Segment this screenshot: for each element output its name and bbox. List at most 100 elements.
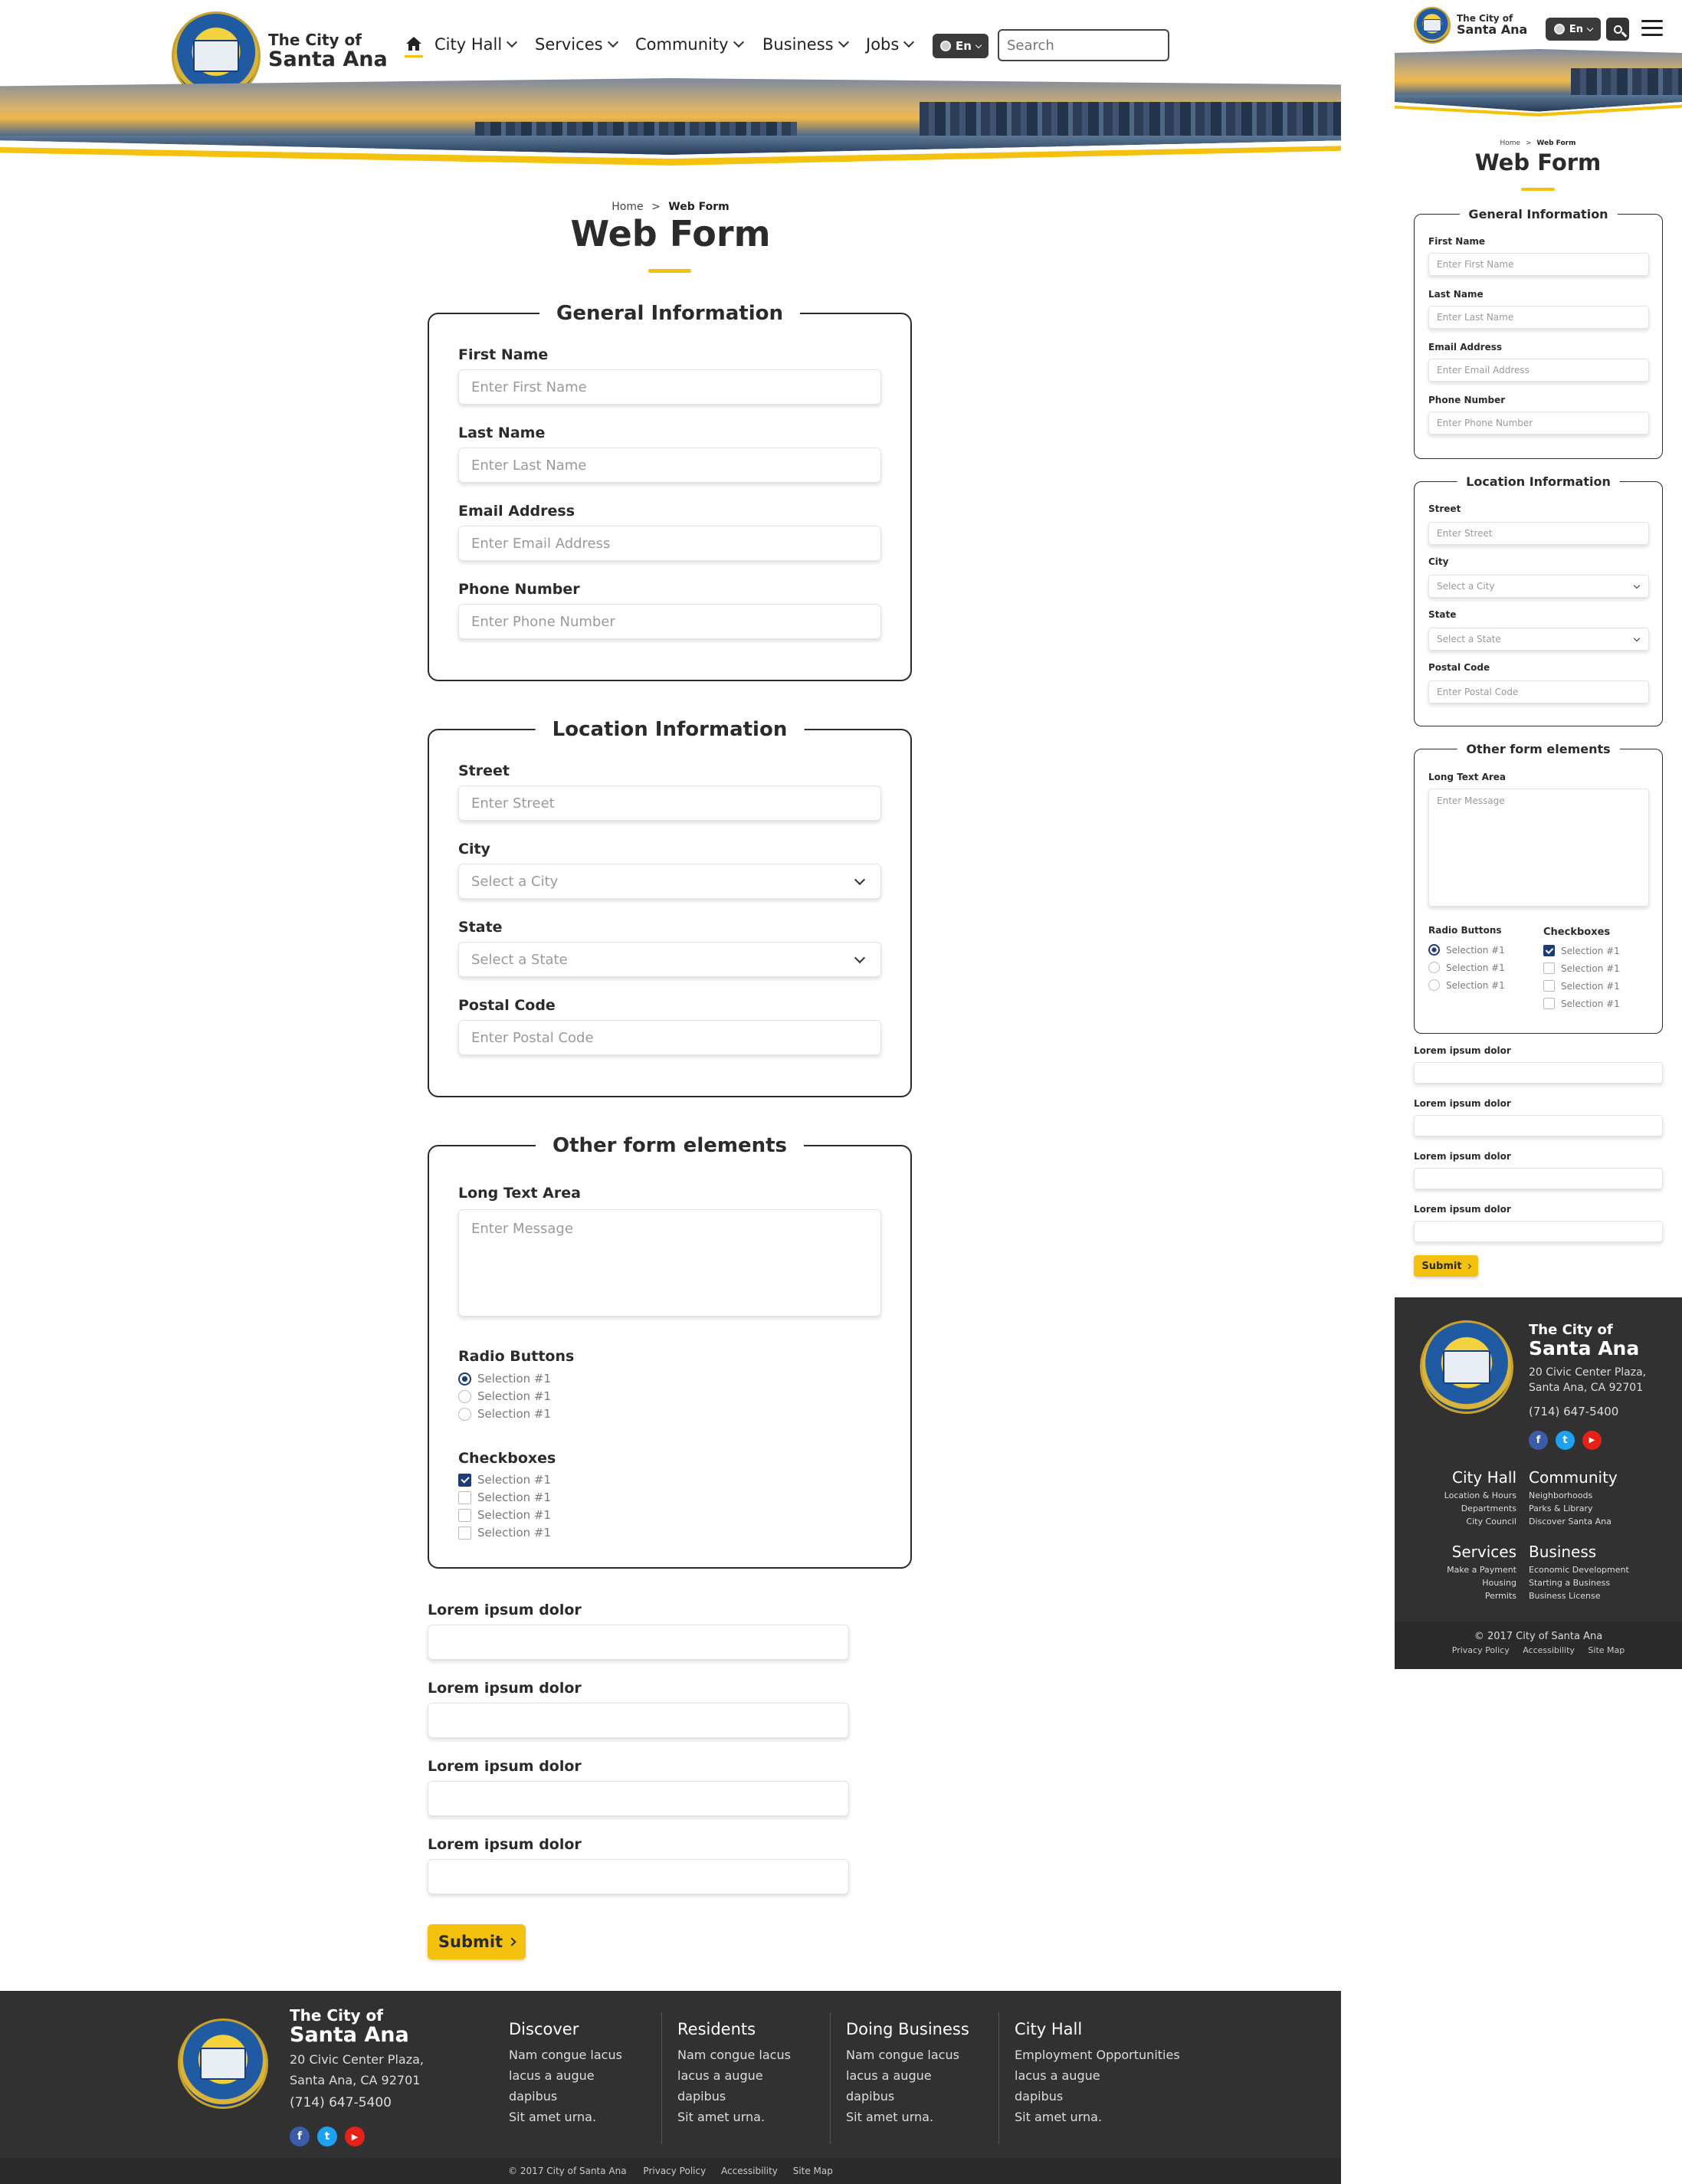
lorem-field[interactable] [428, 1703, 849, 1738]
footer-link[interactable]: Discover Santa Ana [1529, 1515, 1618, 1528]
city-seal-logo[interactable] [1414, 7, 1451, 44]
message-textarea[interactable]: Enter Message [1428, 789, 1649, 907]
footer-link[interactable]: Sit amet urna. [846, 2107, 969, 2127]
lorem-field[interactable] [428, 1781, 849, 1816]
accessibility-link[interactable]: Accessibility [1523, 1645, 1575, 1655]
footer-link[interactable]: Sit amet urna. [677, 2107, 791, 2127]
postal-code-field[interactable]: Enter Postal Code [458, 1020, 881, 1055]
brand-name[interactable]: The City of Santa Ana [1457, 14, 1527, 36]
checkbox-option[interactable]: Selection #1 [1543, 962, 1620, 974]
checkbox-option[interactable]: Selection #1 [458, 1508, 551, 1522]
lorem-field[interactable] [1414, 1115, 1663, 1136]
last-name-field[interactable]: Enter Last Name [458, 448, 881, 483]
submit-button[interactable]: Submit [428, 1924, 526, 1959]
footer-link[interactable]: Permits [1395, 1589, 1516, 1602]
search-input[interactable] [999, 31, 1168, 60]
state-select[interactable]: Select a State [458, 942, 881, 977]
first-name-field[interactable]: Enter First Name [458, 369, 881, 405]
footer-link[interactable]: City Council [1395, 1515, 1516, 1528]
nav-business[interactable]: Business [762, 35, 849, 54]
privacy-policy-link[interactable]: Privacy Policy [1452, 1645, 1510, 1655]
footer-link[interactable]: Nam congue lacus [846, 2045, 969, 2065]
radio-option[interactable]: Selection #1 [1428, 979, 1505, 991]
message-textarea[interactable]: Enter Message [458, 1209, 881, 1317]
footer-phone[interactable]: (714) 647-5400 [290, 2095, 392, 2110]
footer-link[interactable]: Departments [1395, 1502, 1516, 1515]
state-select[interactable]: Select a State [1428, 628, 1649, 651]
nav-city-hall[interactable]: City Hall [434, 35, 518, 54]
footer-link[interactable]: Sit amet urna. [1015, 2107, 1180, 2127]
checkbox-option[interactable]: Selection #1 [1543, 998, 1620, 1009]
brand-name[interactable]: The City of Santa Ana [268, 32, 388, 70]
lorem-field[interactable] [1414, 1221, 1663, 1242]
checkbox-option[interactable]: Selection #1 [458, 1526, 551, 1540]
accessibility-link[interactable]: Accessibility [721, 2166, 778, 2176]
facebook-icon[interactable]: f [290, 2127, 310, 2146]
footer-city-seal[interactable] [1420, 1320, 1513, 1414]
radio-option[interactable]: Selection #1 [458, 1407, 551, 1421]
footer-link[interactable]: dapibus [509, 2086, 622, 2107]
nav-services[interactable]: Services [535, 35, 618, 54]
footer-link[interactable]: Location & Hours [1395, 1489, 1516, 1502]
radio-option[interactable]: Selection #1 [458, 1389, 551, 1403]
footer-link[interactable]: Neighborhoods [1529, 1489, 1618, 1502]
footer-link[interactable]: Housing [1395, 1576, 1516, 1589]
breadcrumb-home[interactable]: Home [1500, 139, 1521, 147]
radio-option[interactable]: Selection #1 [458, 1372, 551, 1385]
phone-field[interactable]: Enter Phone Number [458, 604, 881, 639]
nav-community[interactable]: Community [635, 35, 744, 54]
footer-phone[interactable]: (714) 647-5400 [1529, 1405, 1618, 1418]
footer-link[interactable]: dapibus [677, 2086, 791, 2107]
twitter-icon[interactable]: t [317, 2127, 337, 2146]
radio-option[interactable]: Selection #1 [1428, 944, 1505, 956]
city-select[interactable]: Select a City [458, 864, 881, 899]
language-selector[interactable]: En [933, 34, 989, 58]
footer-link[interactable]: lacus a augue [846, 2065, 969, 2086]
site-map-link[interactable]: Site Map [1588, 1645, 1625, 1655]
lorem-field[interactable] [428, 1859, 849, 1894]
footer-link[interactable]: lacus a augue [509, 2065, 622, 2086]
postal-code-field[interactable]: Enter Postal Code [1428, 680, 1649, 703]
footer-link[interactable]: lacus a augue [677, 2065, 791, 2086]
footer-link[interactable]: Starting a Business [1529, 1576, 1629, 1589]
checkbox-option[interactable]: Selection #1 [458, 1473, 551, 1487]
breadcrumb-home[interactable]: Home [611, 201, 643, 213]
phone-field[interactable]: Enter Phone Number [1428, 412, 1649, 435]
street-field[interactable]: Enter Street [458, 785, 881, 821]
site-map-link[interactable]: Site Map [793, 2166, 833, 2176]
city-select[interactable]: Select a City [1428, 575, 1649, 598]
footer-link[interactable]: Make a Payment [1395, 1563, 1516, 1576]
footer-city-seal[interactable] [178, 2018, 268, 2109]
footer-link[interactable]: lacus a augue [1015, 2065, 1180, 2086]
footer-link[interactable]: Parks & Library [1529, 1502, 1618, 1515]
last-name-field[interactable]: Enter Last Name [1428, 306, 1649, 329]
youtube-icon[interactable]: ▶ [345, 2127, 365, 2146]
home-icon[interactable] [405, 35, 423, 55]
lorem-field[interactable] [428, 1625, 849, 1660]
facebook-icon[interactable]: f [1529, 1431, 1548, 1450]
first-name-field[interactable]: Enter First Name [1428, 253, 1649, 276]
hamburger-menu-icon[interactable] [1641, 20, 1663, 41]
radio-option[interactable]: Selection #1 [1428, 962, 1505, 973]
youtube-icon[interactable]: ▶ [1582, 1431, 1602, 1450]
twitter-icon[interactable]: t [1556, 1431, 1575, 1450]
footer-link[interactable]: Sit amet urna. [509, 2107, 622, 2127]
footer-link[interactable]: Nam congue lacus [677, 2045, 791, 2065]
submit-button[interactable]: Submit [1414, 1255, 1478, 1277]
email-field[interactable]: Enter Email Address [1428, 359, 1649, 382]
footer-link[interactable]: dapibus [1015, 2086, 1180, 2107]
privacy-policy-link[interactable]: Privacy Policy [643, 2166, 706, 2176]
footer-link[interactable]: Business License [1529, 1589, 1629, 1602]
checkbox-option[interactable]: Selection #1 [1543, 945, 1620, 956]
footer-link[interactable]: Employment Opportunities [1015, 2045, 1180, 2065]
footer-link[interactable]: Nam congue lacus [509, 2045, 622, 2065]
street-field[interactable]: Enter Street [1428, 522, 1649, 545]
language-selector[interactable]: En [1546, 18, 1601, 41]
checkbox-option[interactable]: Selection #1 [458, 1490, 551, 1504]
footer-link[interactable]: dapibus [846, 2086, 969, 2107]
nav-jobs[interactable]: Jobs [866, 35, 915, 54]
footer-link[interactable]: Economic Development [1529, 1563, 1629, 1576]
lorem-field[interactable] [1414, 1062, 1663, 1084]
email-field[interactable]: Enter Email Address [458, 526, 881, 561]
search-button[interactable] [1606, 18, 1629, 41]
